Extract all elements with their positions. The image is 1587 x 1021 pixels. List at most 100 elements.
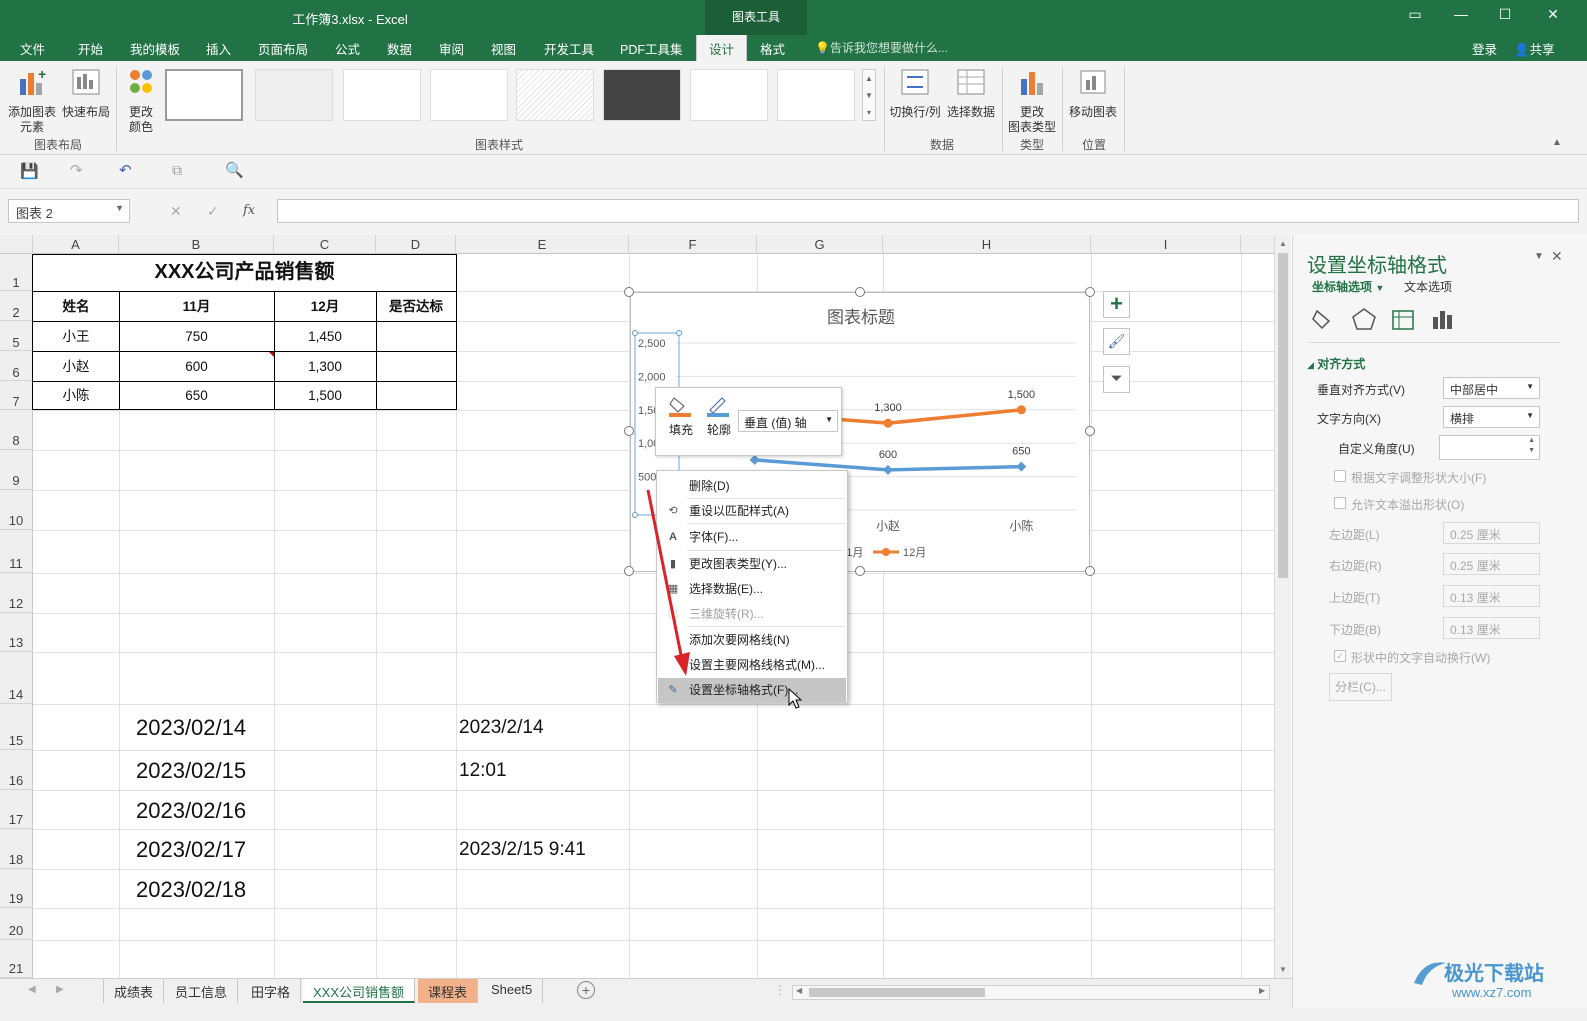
col-header-e[interactable]: E (456, 235, 629, 254)
table-header-cell[interactable]: 12月 (274, 292, 376, 321)
collapse-ribbon-icon[interactable]: ▲ (1552, 137, 1562, 148)
name-box[interactable]: 图表 2 ▼ (8, 199, 130, 223)
row-header[interactable]: 7 (0, 381, 33, 410)
table-header-cell[interactable]: 11月 (119, 292, 274, 321)
col-header-c[interactable]: C (274, 235, 376, 254)
select-all[interactable] (0, 235, 33, 254)
chart-styles-brush-icon[interactable]: 🖌 (1103, 328, 1130, 355)
table-cell[interactable]: 1,450 (274, 322, 376, 351)
table-title[interactable]: XXX公司产品销售额 (33, 255, 456, 291)
undo-icon[interactable]: ↶ (119, 161, 132, 179)
table-cell[interactable]: 1,300 (274, 352, 376, 381)
axis-options-chart-icon[interactable] (1430, 307, 1456, 331)
sheet-tab[interactable]: 成绩表 (103, 979, 165, 1003)
col-header-b[interactable]: B (119, 235, 274, 254)
fill-line-icon[interactable] (1311, 307, 1337, 331)
value-cell[interactable]: 2023/2/14 (459, 717, 544, 739)
custom-angle-input[interactable]: ▲ ▼ (1439, 435, 1540, 460)
value-cell[interactable]: 12:01 (459, 760, 507, 782)
switch-row-col-button[interactable]: 切换行/列 (888, 67, 942, 120)
chart-style-4[interactable] (430, 69, 508, 121)
right-margin-input[interactable]: 0.25 厘米 (1443, 553, 1540, 575)
tab-page-layout[interactable]: 页面布局 (258, 39, 308, 58)
menu-item-format-axis[interactable]: ✎ 设置坐标轴格式(F)... (658, 678, 846, 702)
table-cell[interactable]: 1,500 (274, 382, 376, 410)
pane-options-icon[interactable]: ▼ (1534, 251, 1544, 262)
select-data-button[interactable]: 选择数据 (944, 67, 998, 120)
close-button[interactable]: ✕ (1538, 6, 1568, 23)
redo-icon[interactable]: ↷ (70, 161, 83, 179)
row-header[interactable]: 15 (0, 704, 33, 750)
value-cell[interactable]: 2023/2/15 9:41 (459, 839, 586, 861)
row-header[interactable]: 12 (0, 573, 33, 613)
sheet-tab[interactable]: 员工信息 (165, 979, 239, 1003)
resize-handle[interactable] (624, 287, 634, 297)
prev-sheet-icon[interactable]: ◀ (28, 984, 36, 995)
chart-style-3[interactable] (343, 69, 421, 121)
h-scroll-thumb[interactable] (809, 988, 985, 997)
col-header-g[interactable]: G (757, 235, 883, 254)
chart-title[interactable]: 图表标题 (631, 303, 1091, 328)
col-header-d[interactable]: D (376, 235, 456, 254)
maximize-button[interactable]: ☐ (1490, 6, 1520, 23)
row-header[interactable]: 9 (0, 450, 33, 490)
date-cell[interactable]: 2023/02/16 (136, 798, 246, 824)
fx-icon[interactable]: fx (243, 203, 255, 218)
effects-pentagon-icon[interactable] (1351, 307, 1377, 331)
scroll-left-icon[interactable]: ◀ (796, 986, 802, 995)
tab-text-options[interactable]: 文本选项 (1404, 278, 1452, 295)
tab-data[interactable]: 数据 (387, 39, 412, 58)
next-sheet-icon[interactable]: ▶ (56, 984, 64, 995)
chart-element-selector[interactable]: 垂直 (值) 轴 ▼ (738, 410, 838, 432)
columns-button[interactable]: 分栏(C)... (1329, 673, 1392, 701)
tab-view[interactable]: 视图 (491, 39, 516, 58)
sheet-tab[interactable]: Sheet5 (481, 979, 544, 1003)
row-header[interactable]: 16 (0, 750, 33, 790)
change-chart-type-button[interactable]: 更改 图表类型 (1006, 67, 1058, 135)
row-header[interactable]: 19 (0, 869, 33, 908)
copy-icon[interactable]: ⧉ (172, 162, 182, 179)
scroll-thumb[interactable] (1278, 253, 1288, 578)
enter-icon[interactable]: ✓ (207, 203, 219, 220)
ribbon-display-icon[interactable]: ▭ (1400, 6, 1430, 23)
row-header[interactable]: 17 (0, 790, 33, 829)
col-header-f[interactable]: F (629, 235, 757, 254)
tab-file[interactable]: 文件 (20, 39, 45, 58)
table-cell[interactable]: 750 (119, 322, 274, 351)
table-cell[interactable] (376, 352, 456, 381)
tab-pdf-tools[interactable]: PDF工具集 (620, 39, 683, 58)
vertical-scrollbar[interactable]: ▲ ▼ (1274, 235, 1291, 978)
scroll-right-icon[interactable]: ▶ (1259, 986, 1265, 995)
resize-handle[interactable] (1085, 426, 1095, 436)
tab-axis-options[interactable]: 坐标轴选项 ▼ (1312, 278, 1384, 295)
row-header[interactable]: 2 (0, 291, 33, 321)
row-header[interactable]: 6 (0, 351, 33, 381)
date-cell[interactable]: 2023/02/17 (136, 837, 246, 863)
login-link[interactable]: 登录 (1472, 39, 1497, 58)
table-cell[interactable] (376, 382, 456, 410)
sheet-tab[interactable]: 田字格 (241, 979, 302, 1003)
col-header-h[interactable]: H (883, 235, 1091, 254)
resize-handle[interactable] (1085, 287, 1095, 297)
row-header[interactable]: 20 (0, 908, 33, 940)
row-header[interactable]: 1 (0, 254, 33, 291)
tab-insert[interactable]: 插入 (206, 39, 231, 58)
row-header[interactable]: 10 (0, 490, 33, 530)
resize-shape-checkbox[interactable] (1334, 470, 1346, 482)
text-direction-select[interactable]: 横排 ▼ (1443, 406, 1540, 428)
tab-developer[interactable]: 开发工具 (544, 39, 594, 58)
split-handle[interactable]: ⋮ (774, 983, 786, 997)
row-header[interactable]: 21 (0, 940, 33, 978)
date-cell[interactable]: 2023/02/14 (136, 715, 246, 741)
chart-filter-icon[interactable]: ⏷ (1103, 366, 1130, 393)
date-cell[interactable]: 2023/02/15 (136, 758, 246, 784)
fill-button[interactable]: 填充 (664, 394, 698, 438)
table-header-cell[interactable]: 是否达标 (376, 292, 456, 321)
vertical-align-select[interactable]: 中部居中 ▼ (1443, 377, 1540, 399)
table-header-cell[interactable]: 姓名 (33, 292, 119, 321)
outline-button[interactable]: 轮廓 (702, 394, 736, 438)
spinner-icon[interactable]: ▲ ▼ (1528, 436, 1535, 456)
add-sheet-icon[interactable]: + (577, 981, 595, 999)
sheet-tab[interactable]: 课程表 (418, 979, 479, 1003)
table-cell[interactable]: 小陈 (33, 382, 119, 410)
